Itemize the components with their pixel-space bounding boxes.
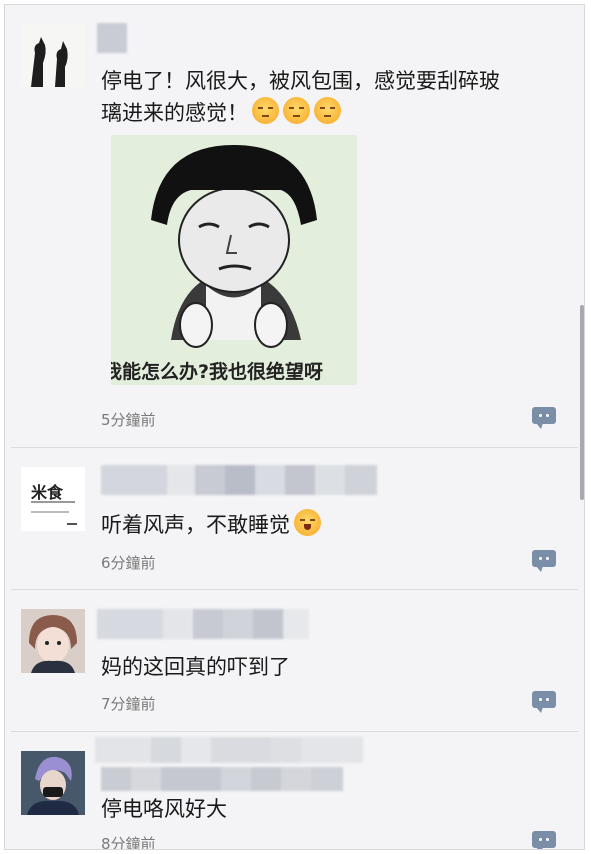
post-text: 停电咯风好大 [101,797,227,821]
meme-image[interactable]: 我能怎么办?我也很绝望呀 [111,135,357,385]
post-time: 5分鐘前 [101,411,156,429]
post-time: 6分鐘前 [101,554,156,572]
blurred-username[interactable] [97,609,309,639]
divider [11,447,578,448]
post-text: 妈的这回真的吓到了 [101,655,290,679]
avatar-logo-text: 米食 [31,483,64,502]
blurred-username[interactable] [101,465,407,495]
pout-face-icon [314,97,341,124]
meme-caption: 我能怎么办?我也很绝望呀 [111,361,324,383]
avatar[interactable] [21,751,85,815]
laughing-face-icon [294,509,321,536]
pout-face-icon [283,97,310,124]
divider [11,731,578,732]
comment-bubble-icon[interactable] [532,550,556,572]
blurred-username[interactable] [97,23,127,53]
avatar[interactable] [21,23,85,87]
divider [11,589,578,590]
post-text: 停电了！风很大，被风包围，感觉要刮碎玻 [101,69,500,93]
avatar[interactable]: 米食 [21,467,85,531]
comment-bubble-icon[interactable] [532,831,556,849]
blurred-username[interactable] [95,737,363,763]
post-text-line2: 璃进来的感觉！ [101,97,341,129]
comment-bubble-icon[interactable] [532,407,556,429]
avatar[interactable] [21,609,85,673]
moments-feed: 停电了！风很大，被风包围，感觉要刮碎玻 璃进来的感觉！ 我能怎么办?我也很绝望呀… [4,4,585,850]
scrollbar[interactable] [580,305,584,500]
pout-face-icon [252,97,279,124]
blurred-username-line2 [101,767,363,791]
post-time: 7分鐘前 [101,695,156,713]
post-time: 8分鐘前 [101,835,156,850]
comment-bubble-icon[interactable] [532,691,556,713]
post-text: 听着风声，不敢睡觉 [101,509,321,541]
